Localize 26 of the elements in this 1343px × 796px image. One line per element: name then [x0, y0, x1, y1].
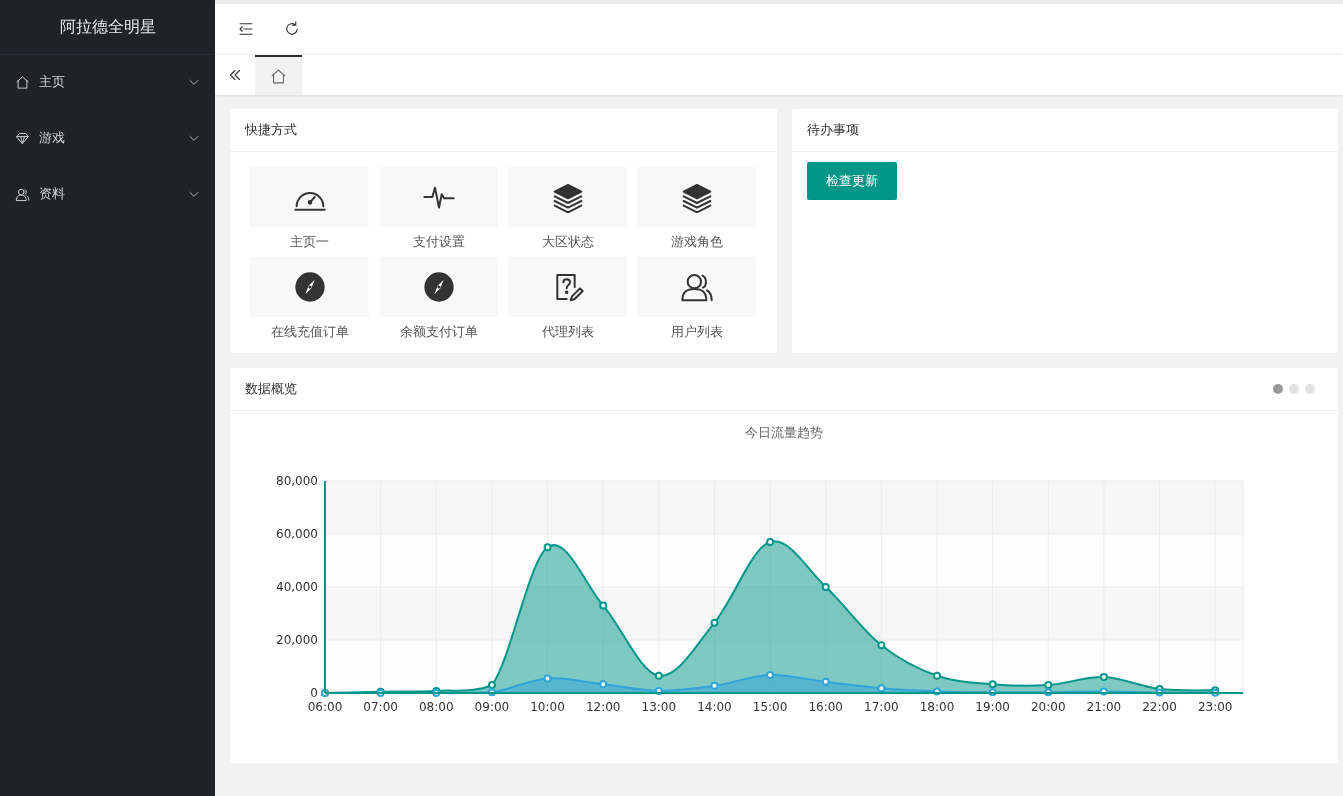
- x-axis-label: 20:00: [1031, 700, 1066, 714]
- y-axis-label: 80,000: [276, 474, 318, 488]
- x-axis-label: 10:00: [530, 700, 565, 714]
- x-axis-label: 07:00: [363, 700, 398, 714]
- y-axis-label: 40,000: [276, 580, 318, 594]
- x-axis-label: 19:00: [975, 700, 1010, 714]
- x-axis-label: 18:00: [919, 700, 955, 714]
- x-axis-label: 08:00: [419, 700, 454, 714]
- x-axis-label: 09:00: [474, 700, 510, 714]
- y-axis-label: 20,000: [276, 633, 318, 647]
- chart-title: 今日流量趋势: [745, 425, 823, 440]
- y-axis-label: 60,000: [276, 527, 318, 541]
- x-axis-label: 06:00: [307, 700, 343, 714]
- x-axis-label: 13:00: [641, 700, 677, 714]
- x-axis-label: 22:00: [1142, 700, 1177, 714]
- y-axis-label: 0: [310, 686, 318, 700]
- x-axis-label: 17:00: [864, 700, 899, 714]
- card-title: 数据概览: [245, 380, 297, 398]
- x-axis-label: 15:00: [752, 700, 788, 714]
- card-title: 快捷方式: [245, 121, 297, 139]
- x-axis-label: 21:00: [1086, 700, 1122, 714]
- x-axis-label: 23:00: [1197, 700, 1233, 714]
- card-title: 待办事项: [806, 121, 859, 139]
- x-axis-label: 16:00: [808, 700, 843, 714]
- x-axis-label: 12:00: [585, 700, 621, 714]
- x-axis-label: 14:00: [697, 700, 732, 714]
